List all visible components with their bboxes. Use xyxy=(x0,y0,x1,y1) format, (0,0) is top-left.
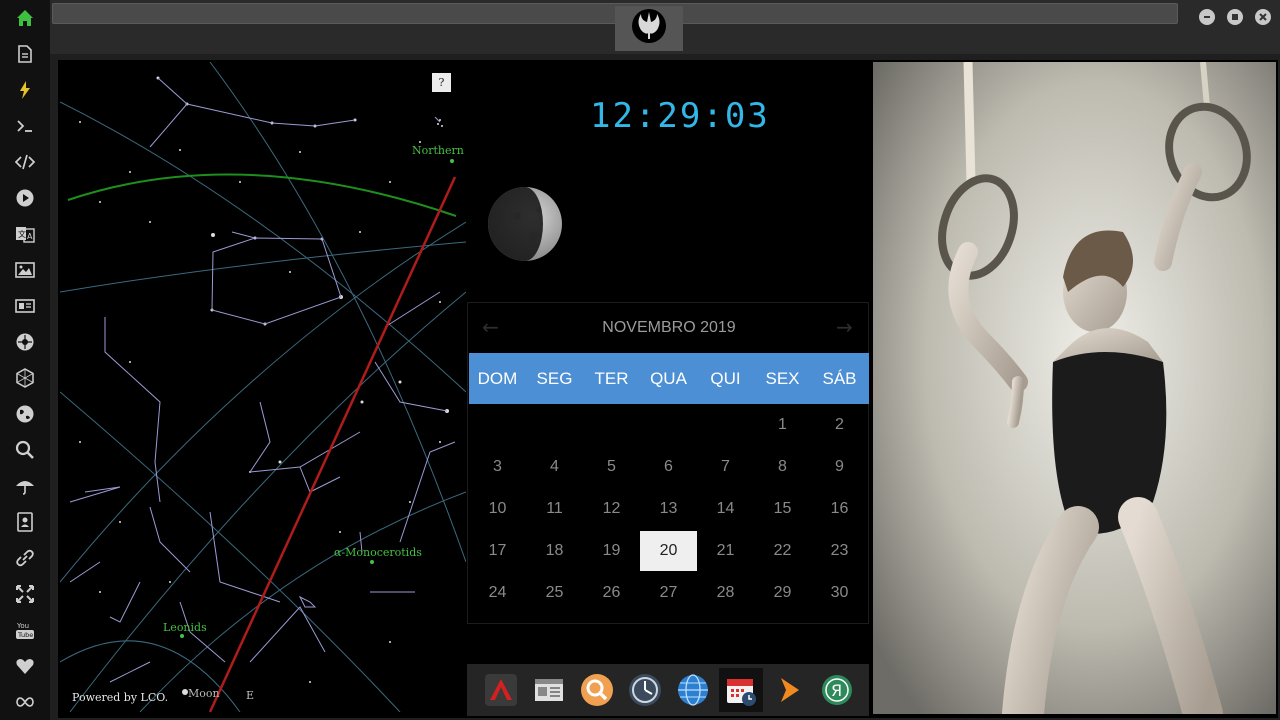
moon-phase-icon xyxy=(487,186,563,262)
contacts-icon[interactable] xyxy=(11,508,39,536)
sky-label-northern: Northern xyxy=(412,144,464,157)
calendar-day[interactable]: 5 xyxy=(583,447,640,487)
calendar-day[interactable]: 7 xyxy=(697,447,754,487)
calendar-day[interactable]: 25 xyxy=(526,573,583,613)
calendar: ← NOVEMBRO 2019 → DOM SEG TER QUA QUI SE… xyxy=(467,302,869,624)
calendar-day[interactable]: 16 xyxy=(811,489,868,529)
calendar-day[interactable]: 1 xyxy=(754,405,811,445)
calendar-day[interactable]: 12 xyxy=(583,489,640,529)
infinity-icon[interactable] xyxy=(11,688,39,716)
svg-text:Tube: Tube xyxy=(17,631,33,639)
search-icon[interactable] xyxy=(11,436,39,464)
code-icon[interactable] xyxy=(11,148,39,176)
calendar-day[interactable]: 30 xyxy=(811,573,868,613)
calendar-day[interactable]: 18 xyxy=(526,531,583,571)
image-icon[interactable] xyxy=(11,256,39,284)
sky-label-leonids: Leonids xyxy=(163,621,207,634)
calendar-day[interactable]: 23 xyxy=(811,531,868,571)
hexagon-icon[interactable] xyxy=(11,364,39,392)
calendar-day[interactable]: 19 xyxy=(583,531,640,571)
calendar-day[interactable]: 10 xyxy=(469,489,526,529)
weekday-label: TER xyxy=(594,368,629,388)
calendar-day[interactable]: 8 xyxy=(754,447,811,487)
weekday-label: SÁB xyxy=(822,368,857,388)
rebel-icon[interactable] xyxy=(11,328,39,356)
terminal-icon[interactable] xyxy=(11,112,39,140)
link-icon[interactable] xyxy=(11,544,39,572)
next-month-button[interactable]: → xyxy=(836,315,853,339)
weekday-label: SEX xyxy=(765,368,800,388)
translate-icon[interactable]: 文A xyxy=(11,220,39,248)
calendar-app-icon[interactable] xyxy=(719,668,763,712)
minimize-icon[interactable] xyxy=(1199,9,1215,25)
calendar-day[interactable]: 21 xyxy=(697,531,754,571)
umbrella-icon[interactable] xyxy=(11,472,39,500)
svg-text:A: A xyxy=(27,232,33,241)
document-icon[interactable] xyxy=(11,40,39,68)
weekday-label: QUI xyxy=(710,368,741,388)
yandex-app-icon[interactable]: Я xyxy=(815,668,859,712)
calendar-day[interactable]: 17 xyxy=(469,531,526,571)
youtube-icon[interactable]: You Tube xyxy=(11,616,39,644)
calendar-day[interactable]: 15 xyxy=(754,489,811,529)
calendar-day[interactable]: 14 xyxy=(697,489,754,529)
clock-app-icon[interactable] xyxy=(623,668,667,712)
svg-text:You: You xyxy=(16,622,29,630)
rebel-alliance-icon[interactable] xyxy=(615,6,683,51)
help-button[interactable]: ? xyxy=(432,73,451,92)
red-triangle-app-icon[interactable] xyxy=(479,668,523,712)
maximize-icon[interactable] xyxy=(1227,9,1243,25)
calendar-day[interactable]: 27 xyxy=(640,573,697,613)
calendar-day[interactable]: 11 xyxy=(526,489,583,529)
news-app-icon[interactable] xyxy=(527,668,571,712)
calendar-day[interactable]: 13 xyxy=(640,489,697,529)
yandex-app-letter: Я xyxy=(831,681,842,700)
calendar-day[interactable]: 4 xyxy=(526,447,583,487)
play-icon[interactable] xyxy=(11,184,39,212)
calendar-day[interactable]: 28 xyxy=(697,573,754,613)
globe-app-icon[interactable] xyxy=(671,668,715,712)
sidebar: 文A You Tube xyxy=(0,0,50,720)
home-icon[interactable] xyxy=(11,4,39,32)
calendar-weekday-header: DOM SEG TER QUA QUI SEX SÁB xyxy=(469,353,869,404)
globe-icon[interactable] xyxy=(11,400,39,428)
calendar-day[interactable]: 2 xyxy=(811,405,868,445)
credit-text: Powered by LCO. xyxy=(72,691,169,704)
play-arrow-app-icon[interactable] xyxy=(767,668,811,712)
calendar-day[interactable]: 9 xyxy=(811,447,868,487)
calendar-day[interactable]: 3 xyxy=(469,447,526,487)
svg-text:文: 文 xyxy=(18,229,26,239)
close-icon[interactable] xyxy=(1255,9,1271,25)
heart-icon[interactable] xyxy=(11,652,39,680)
digital-clock: 12:29:03 xyxy=(590,96,770,136)
sky-label-east: E xyxy=(246,689,254,702)
sky-map[interactable]: Northern α-Monocerotids Leonids Moon E xyxy=(60,62,466,712)
lightning-icon[interactable] xyxy=(11,76,39,104)
calendar-day[interactable]: 6 xyxy=(640,447,697,487)
gymnast-photo xyxy=(873,62,1276,714)
weekday-label: SEG xyxy=(536,368,573,388)
newspaper-icon[interactable] xyxy=(11,292,39,320)
weekday-label: DOM xyxy=(477,368,518,388)
sky-label-monocerotids: α-Monocerotids xyxy=(334,546,422,559)
calendar-title: NOVEMBRO 2019 xyxy=(602,319,736,336)
calendar-day[interactable]: 26 xyxy=(583,573,640,613)
calendar-day-today[interactable]: 20 xyxy=(640,531,697,571)
weekday-label: QUA xyxy=(650,368,687,388)
sky-label-moon: Moon xyxy=(188,687,220,700)
calendar-day[interactable]: 29 xyxy=(754,573,811,613)
expand-icon[interactable] xyxy=(11,580,39,608)
search-app-icon[interactable] xyxy=(575,668,619,712)
calendar-day[interactable]: 22 xyxy=(754,531,811,571)
calendar-day[interactable]: 24 xyxy=(469,573,526,613)
app-dock: Я xyxy=(467,664,869,716)
